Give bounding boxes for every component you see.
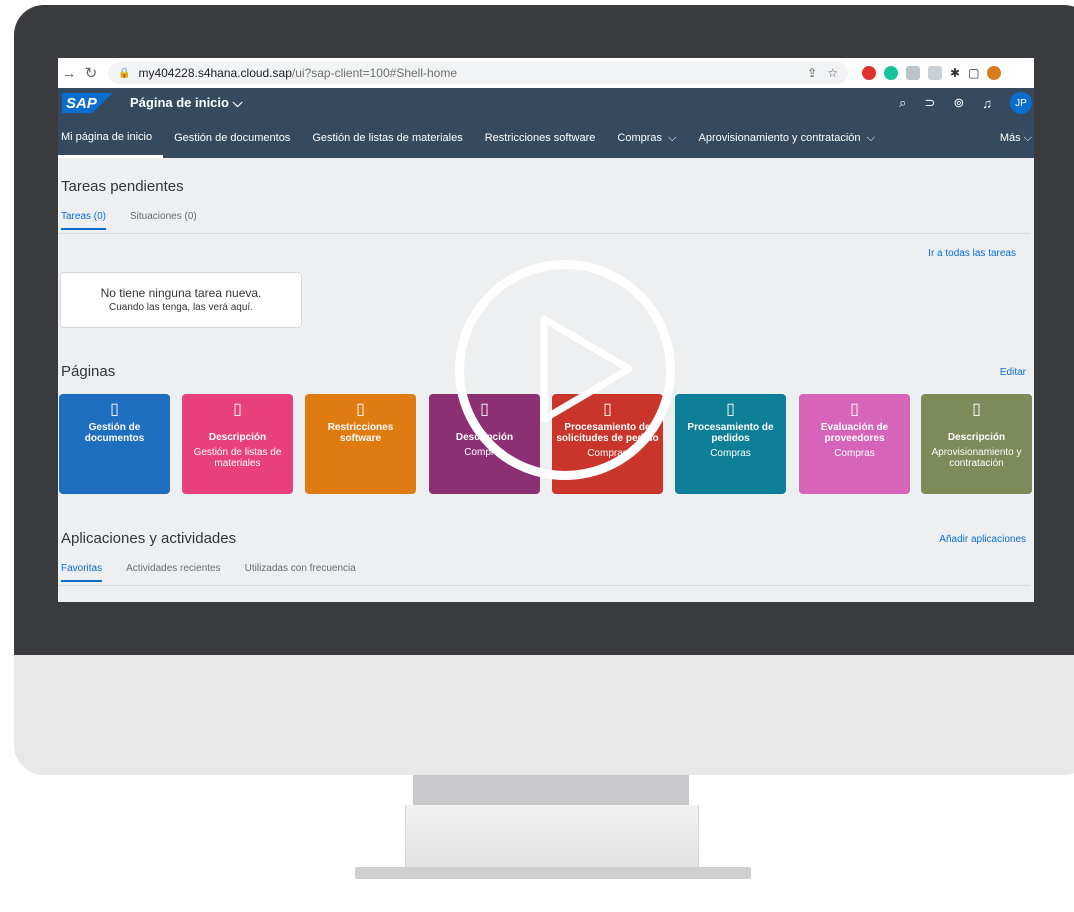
help-icon[interactable]: ⊚: [953, 95, 964, 111]
pages-title: Páginas: [61, 363, 116, 380]
profile-icon[interactable]: [987, 66, 1002, 80]
sap-logo[interactable]: SAP: [62, 93, 114, 113]
tile-restricciones-software[interactable]: ▯ Restricciones software: [305, 394, 416, 494]
add-apps-link[interactable]: Añadir aplicaciones: [939, 534, 1026, 545]
monitor-stand: [405, 805, 699, 867]
reload-icon[interactable]: ↻: [80, 64, 102, 82]
tile-title: Descripción: [947, 432, 1006, 443]
tile-evaluacion-proveedores[interactable]: ▯ Evaluación de proveedores Compras: [799, 394, 910, 494]
tasks-subtabs: Tareas (0) Situaciones (0): [61, 211, 197, 230]
url-path: /ui?sap-client=100#Shell-home: [291, 66, 458, 80]
chevron-down-icon: ⌵: [1023, 131, 1032, 144]
tab-tareas[interactable]: Tareas (0): [61, 211, 107, 230]
tile-subtitle: Compras: [710, 448, 751, 459]
document-icon: ▯: [233, 401, 242, 418]
tile-descripcion-listas[interactable]: ▯ Descripción Gestión de listas de mater…: [182, 394, 293, 494]
all-tasks-link[interactable]: Ir a todas las tareas: [928, 248, 1016, 259]
extension-icon[interactable]: [906, 66, 920, 80]
address-bar[interactable]: 🔒 my404228.s4hana.cloud.sap /ui?sap-clie…: [108, 62, 848, 84]
tile-subtitle: Compras: [834, 448, 875, 459]
empty-tasks-title: No tiene ninguna tarea nueva.: [100, 286, 262, 300]
forward-icon[interactable]: →: [58, 65, 80, 82]
bell-icon[interactable]: ♫: [982, 96, 992, 111]
opera-extension-icon[interactable]: [862, 66, 876, 80]
space-tabs: Mi página de inicio Gestión de documento…: [58, 118, 1034, 158]
tab-compras[interactable]: Compras ⌵: [606, 118, 687, 158]
apps-title: Aplicaciones y actividades: [61, 530, 237, 547]
document-icon: ▯: [726, 401, 735, 418]
lock-icon: 🔒: [118, 67, 131, 79]
bookmark-star-icon[interactable]: ☆: [827, 66, 838, 80]
tile-title: Restricciones software: [327, 422, 394, 444]
shell-title[interactable]: Página de inicio ⌵: [130, 95, 242, 111]
monitor-stand-base: [355, 867, 751, 879]
side-panel-icon[interactable]: ▢: [968, 66, 979, 80]
tab-gestion-documentos[interactable]: Gestión de documentos: [163, 118, 301, 158]
chevron-down-icon: ⌵: [866, 131, 875, 144]
browser-toolbar: → ↻ 🔒 my404228.s4hana.cloud.sap /ui?sap-…: [58, 58, 1034, 88]
chevron-down-icon: ⌵: [232, 95, 243, 110]
tab-utilizadas-frecuencia[interactable]: Utilizadas con frecuencia: [245, 563, 356, 582]
play-icon: [540, 315, 633, 423]
screen: → ↻ 🔒 my404228.s4hana.cloud.sap /ui?sap-…: [58, 58, 1034, 602]
document-icon: ▯: [356, 401, 365, 418]
share-icon[interactable]: ⇪: [807, 66, 817, 80]
sap-shell-bar: SAP Página de inicio ⌵ ⌕ ⊃ ⊚ ♫ JP: [58, 88, 1034, 118]
apps-subtabs: Favoritas Actividades recientes Utilizad…: [61, 563, 356, 582]
tab-mi-pagina[interactable]: Mi página de inicio: [58, 118, 164, 158]
tab-more[interactable]: Más ⌵: [989, 118, 1034, 158]
search-icon[interactable]: ⌕: [899, 95, 906, 111]
tile-descripcion-aprovisionamiento[interactable]: ▯ Descripción Aprovisionamiento y contra…: [921, 394, 1032, 494]
document-icon: ▯: [972, 401, 981, 418]
document-icon: ▯: [110, 401, 119, 418]
tab-aprovisionamiento[interactable]: Aprovisionamiento y contratación ⌵: [687, 118, 886, 158]
tile-title: Descripción: [208, 432, 267, 443]
empty-tasks-card: No tiene ninguna tarea nueva. Cuando las…: [60, 272, 302, 328]
tasks-title: Tareas pendientes: [61, 178, 184, 195]
notifications-bell-alt-icon[interactable]: ⊃: [924, 95, 935, 111]
tile-subtitle: Gestión de listas de materiales: [193, 447, 282, 469]
tile-procesamiento-pedidos[interactable]: ▯ Procesamiento de pedidos Compras: [675, 394, 786, 494]
tab-situaciones[interactable]: Situaciones (0): [130, 211, 197, 230]
tab-restricciones[interactable]: Restricciones software: [474, 118, 607, 158]
tile-title: Procesamiento de pedidos: [687, 422, 774, 444]
tile-title: Gestión de documentos: [84, 422, 145, 444]
chevron-down-icon: ⌵: [668, 131, 677, 144]
tab-listas-materiales[interactable]: Gestión de listas de materiales: [301, 118, 473, 158]
tab-favoritas[interactable]: Favoritas: [61, 563, 103, 582]
tile-title: Evaluación de proveedores: [820, 422, 889, 444]
empty-tasks-subtitle: Cuando las tenga, las verá aquí.: [109, 302, 253, 313]
puzzle-extensions-icon[interactable]: ✱: [950, 66, 960, 80]
avatar[interactable]: JP: [1010, 92, 1032, 114]
edit-link[interactable]: Editar: [1000, 367, 1026, 378]
grammarly-extension-icon[interactable]: [884, 66, 898, 80]
url-host: my404228.s4hana.cloud.sap: [138, 66, 292, 80]
tab-actividades-recientes[interactable]: Actividades recientes: [126, 563, 221, 582]
document-icon: ▯: [850, 401, 859, 418]
video-play-button[interactable]: [455, 260, 675, 480]
monitor-stand-neck: [413, 775, 689, 805]
tile-subtitle: Aprovisionamiento y contratación: [931, 447, 1022, 469]
monitor-chin: [14, 655, 1074, 775]
tasks-divider: [58, 233, 1030, 234]
tile-gestion-documentos[interactable]: ▯ Gestión de documentos: [59, 394, 170, 494]
apps-divider: [58, 585, 1030, 586]
extension-icon-2[interactable]: [928, 66, 942, 80]
